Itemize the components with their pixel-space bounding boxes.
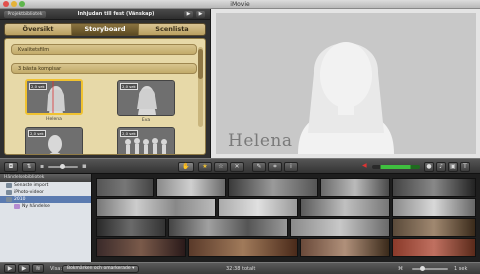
event-item[interactable]: iPhoto-videor <box>0 189 91 196</box>
project-library-button[interactable]: Projektbibliotek <box>4 11 46 18</box>
show-filter-select[interactable]: Bokmärken och omarkerade ▾ <box>62 265 140 273</box>
eyedropper-icon: ✎ <box>256 163 262 170</box>
crop-icon: ⌗ <box>273 163 277 170</box>
play-event-button[interactable]: ▶ <box>4 264 16 273</box>
storyboard-clip[interactable]: 2,0 sek <box>25 127 83 154</box>
music-icon: ♪ <box>439 163 443 170</box>
storyboard-section-header[interactable]: Kvalitetsfilm <box>11 44 197 55</box>
fullscreen-icon: ▶ <box>21 265 27 272</box>
storyboard-clip[interactable]: 2,0 sek <box>117 127 175 154</box>
event-item-label: iPhoto-videor <box>14 190 44 195</box>
bottom-bar: ▶ ▶ ≋ Visa: Bokmärken och omarkerade ▾ 3… <box>0 262 480 274</box>
event-item-label: Senaste import <box>14 183 49 188</box>
tab-storyboard[interactable]: Storyboard <box>72 24 139 35</box>
swap-icon: ⇅ <box>26 163 32 170</box>
waveform-icon: ≋ <box>35 265 41 272</box>
large-thumb-icon: ▪ <box>82 162 87 170</box>
clip-name: Eva <box>141 118 151 123</box>
play-icon: ▶ <box>7 265 13 272</box>
star-icon: ★ <box>202 163 208 170</box>
music-browser-button[interactable]: ♪ <box>436 162 446 172</box>
title-browser-button[interactable]: T <box>460 162 470 172</box>
camera-small-icon: ▣ <box>450 163 456 170</box>
storyboard-area: Kvalitetsfilm 3 bästa kompisar 2,0 sek H… <box>4 38 206 155</box>
project-name: Inhjudan till fest (Vänskap) <box>77 11 155 17</box>
small-thumb-icon: ▪ <box>40 163 45 170</box>
disclosure-triangle-icon <box>6 197 12 202</box>
tab-scenlista[interactable]: Scenlista <box>139 24 205 35</box>
clip-duration: 2,0 sek <box>29 83 47 90</box>
filmstrip-row[interactable] <box>96 218 476 237</box>
event-library: Händelsebibliotek Senaste import iPhoto-… <box>0 174 92 262</box>
clip-name: Helena <box>46 117 62 122</box>
zoom-slider[interactable] <box>412 268 448 270</box>
event-star-icon <box>14 204 20 209</box>
viewer-stage[interactable]: Helena <box>216 13 476 154</box>
storyboard-clip[interactable]: 2,0 sek <box>117 80 175 116</box>
event-item[interactable]: 2010 <box>0 196 91 203</box>
favorite-button[interactable]: ★ <box>198 162 212 172</box>
event-browser <box>92 174 480 262</box>
main-toolbar: ◘ ⇅ ▪ ▪ ✋ ★ ☆ ✕ ✎ ⌗ i ◀ ● ♪ ▣ T <box>0 158 480 174</box>
swap-events-button[interactable]: ⇅ <box>22 162 36 172</box>
waveform-button[interactable]: ≋ <box>32 264 44 273</box>
event-item-label: Ny händelse <box>22 204 50 209</box>
window-title: iMovie <box>230 1 250 8</box>
tab-oversikt[interactable]: Översikt <box>5 24 72 35</box>
storyboard-section-header[interactable]: 3 bästa kompisar <box>11 63 197 74</box>
event-item-label: 2010 <box>14 197 26 202</box>
clock-icon <box>6 183 12 188</box>
project-panel: Översikt Storyboard Scenlista Kvalitetsf… <box>0 20 210 158</box>
title-icon: T <box>463 163 467 170</box>
keyword-icon[interactable]: ⌘ <box>398 263 403 274</box>
microphone-icon: ● <box>426 163 432 170</box>
voiceover-button[interactable]: ● <box>424 162 434 172</box>
audio-icon: ◀ <box>362 162 367 169</box>
scrollbar-thumb[interactable] <box>198 49 203 79</box>
reject-button[interactable]: ✕ <box>230 162 244 172</box>
crop-button[interactable]: ⌗ <box>268 162 282 172</box>
info-button[interactable]: i <box>284 162 298 172</box>
audio-level-meter <box>372 165 420 169</box>
title-bar: iMovie <box>0 0 480 9</box>
imovie-window: iMovie Projektbibliotek Inhjudan till fe… <box>0 0 480 274</box>
filmstrip-row[interactable] <box>96 238 476 257</box>
zoom-label: 1 sek <box>454 266 468 272</box>
chevron-down-icon: ▾ <box>132 266 135 271</box>
reject-icon: ✕ <box>234 163 240 170</box>
total-duration: 32:38 totalt <box>226 266 256 272</box>
clip-duration: 2,0 sek <box>120 83 138 90</box>
play-project-button[interactable]: ▶ <box>184 11 193 18</box>
zoom-slider-knob[interactable] <box>420 266 425 271</box>
storyboard-clip[interactable]: 2,0 sek <box>25 79 83 115</box>
info-icon: i <box>290 163 292 170</box>
event-item[interactable]: Ny händelse <box>0 203 91 210</box>
camera-import-button[interactable]: ◘ <box>4 162 18 172</box>
hand-tool-button[interactable]: ✋ <box>178 162 194 172</box>
title-overlay: Helena <box>228 131 293 151</box>
iphoto-icon <box>6 190 12 195</box>
clip-duration: 2,0 sek <box>120 130 138 137</box>
storyboard-scrollbar[interactable] <box>198 47 203 127</box>
slider-knob[interactable] <box>60 164 65 169</box>
play-fullscreen-button[interactable]: ▶ <box>196 11 205 18</box>
eyedropper-button[interactable]: ✎ <box>252 162 266 172</box>
event-item[interactable]: Senaste import <box>0 182 91 189</box>
unmark-button[interactable]: ☆ <box>214 162 228 172</box>
project-bar: Projektbibliotek Inhjudan till fest (Vän… <box>0 9 210 20</box>
play-fullscreen-event-button[interactable]: ▶ <box>18 264 30 273</box>
event-library-header: Händelsebibliotek <box>0 174 91 182</box>
photo-browser-button[interactable]: ▣ <box>448 162 458 172</box>
filmstrip-row[interactable] <box>96 178 476 197</box>
camera-icon: ◘ <box>8 163 14 170</box>
show-label: Visa: <box>50 266 63 272</box>
clip-duration: 2,0 sek <box>28 130 46 137</box>
hand-icon: ✋ <box>182 163 190 170</box>
view-tabs: Översikt Storyboard Scenlista <box>4 23 206 36</box>
viewer-panel: Helena <box>210 9 480 158</box>
show-filter-value: Bokmärken och omarkerade <box>67 266 131 271</box>
filmstrip-row[interactable] <box>96 198 476 217</box>
unstar-icon: ☆ <box>218 163 224 170</box>
